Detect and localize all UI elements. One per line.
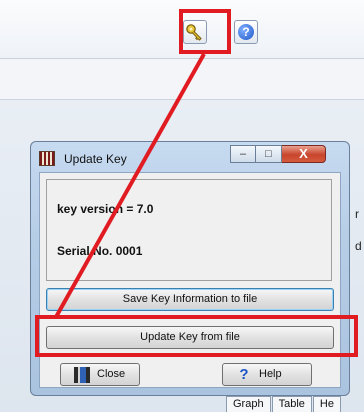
arrow-line — [54, 53, 206, 318]
annotation-arrow — [54, 53, 206, 318]
